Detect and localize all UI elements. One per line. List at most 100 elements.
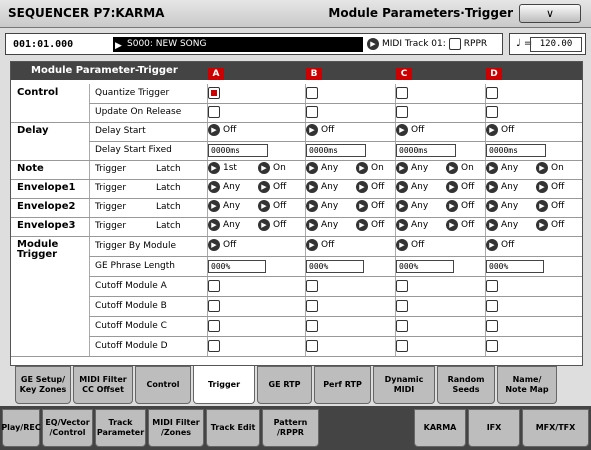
tab-perf-rtp[interactable]: Perf RTP (314, 366, 371, 404)
param-field[interactable]: 000% (486, 260, 544, 273)
param-checkbox[interactable] (208, 87, 220, 99)
param-field[interactable]: 0000ms (208, 144, 268, 157)
param-value[interactable]: ▶ Off (208, 239, 236, 251)
tempo-field[interactable]: 120.00 (530, 37, 582, 52)
tab-ge-setup-key-zones[interactable]: GE Setup/ Key Zones (15, 366, 71, 404)
trigger-value[interactable]: ▶ Any (486, 219, 518, 231)
param-checkbox[interactable] (306, 320, 318, 332)
popup-arrow-icon: ▶ (208, 219, 220, 231)
param-value[interactable]: ▶ Off (306, 239, 334, 251)
trigger-value[interactable]: ▶ Any (396, 200, 428, 212)
latch-value[interactable]: ▶ Off (536, 219, 564, 231)
param-checkbox[interactable] (396, 280, 408, 292)
trigger-value[interactable]: ▶ Any (396, 162, 428, 174)
mode-tab-track-edit[interactable]: Track Edit (206, 409, 260, 447)
param-field[interactable]: 000% (306, 260, 364, 273)
mode-tab-pattern-rppr[interactable]: Pattern /RPPR (262, 409, 319, 447)
mode-tab-eq-vector-control[interactable]: EQ/Vector /Control (42, 409, 93, 447)
param-checkbox[interactable] (486, 340, 498, 352)
trigger-value[interactable]: ▶ Any (486, 181, 518, 193)
latch-value[interactable]: ▶ On (536, 162, 564, 174)
param-checkbox[interactable] (306, 280, 318, 292)
trigger-value[interactable]: ▶ Any (306, 200, 338, 212)
param-checkbox[interactable] (486, 106, 498, 118)
trigger-value[interactable]: ▶ 1st (208, 162, 237, 174)
param-value[interactable]: ▶ Off (396, 239, 424, 251)
param-checkbox[interactable] (396, 300, 408, 312)
param-checkbox[interactable] (396, 340, 408, 352)
param-field[interactable]: 0000ms (486, 144, 546, 157)
mode-tab-play-rec[interactable]: Play/REC (1, 409, 41, 447)
midi-track-select[interactable]: ▶ MIDI Track 01: RPPR (367, 38, 487, 50)
trigger-value[interactable]: ▶ Any (208, 181, 240, 193)
tab-name-note-map[interactable]: Name/ Note Map (497, 366, 557, 404)
trigger-value[interactable]: ▶ Any (208, 219, 240, 231)
param-value[interactable]: ▶ Off (486, 239, 514, 251)
param-field[interactable]: 0000ms (396, 144, 456, 157)
mode-tab-mfx-tfx[interactable]: MFX/TFX (522, 409, 589, 447)
param-value[interactable]: ▶ Off (396, 124, 424, 136)
mode-tab-midi-filter-zones[interactable]: MIDI Filter /Zones (148, 409, 204, 447)
tab-midi-filter-cc-offset[interactable]: MIDI Filter CC Offset (73, 366, 133, 404)
param-checkbox[interactable] (396, 320, 408, 332)
trigger-value[interactable]: ▶ Any (306, 181, 338, 193)
param-checkbox[interactable] (486, 280, 498, 292)
latch-value[interactable]: ▶ Off (356, 181, 384, 193)
param-value[interactable]: ▶ Off (486, 124, 514, 136)
mode-tab-karma[interactable]: KARMA (414, 409, 466, 447)
latch-value[interactable]: ▶ Off (446, 219, 474, 231)
param-checkbox[interactable] (208, 300, 220, 312)
rppr-checkbox[interactable] (448, 38, 461, 50)
param-checkbox[interactable] (208, 320, 220, 332)
row-divider (11, 236, 582, 237)
trigger-value[interactable]: ▶ Any (306, 162, 338, 174)
latch-value[interactable]: ▶ Off (258, 219, 286, 231)
location-readout[interactable]: 001:01.000 (13, 39, 73, 50)
mode-tab-track-parameter[interactable]: Track Parameter (95, 409, 146, 447)
latch-value[interactable]: ▶ Off (446, 200, 474, 212)
param-checkbox[interactable] (208, 340, 220, 352)
latch-value[interactable]: ▶ Off (258, 200, 286, 212)
param-checkbox[interactable] (306, 87, 318, 99)
tab-random-seeds[interactable]: Random Seeds (437, 366, 495, 404)
latch-value[interactable]: ▶ Off (356, 200, 384, 212)
latch-value[interactable]: ▶ Off (446, 181, 474, 193)
song-select[interactable]: ▶ S000: NEW SONG (113, 37, 363, 52)
latch-value[interactable]: ▶ Off (536, 181, 564, 193)
page-menu-button[interactable]: ∨ (519, 4, 581, 23)
param-checkbox[interactable] (306, 340, 318, 352)
popup-arrow-icon: ▶ (356, 219, 368, 231)
popup-arrow-icon: ▶ (486, 239, 498, 251)
tab-trigger[interactable]: Trigger (193, 366, 255, 404)
latch-value[interactable]: ▶ Off (258, 181, 286, 193)
tab-ge-rtp[interactable]: GE RTP (257, 366, 312, 404)
mode-tab-ifx[interactable]: IFX (468, 409, 520, 447)
trigger-value[interactable]: ▶ Any (486, 200, 518, 212)
param-field[interactable]: 0000ms (306, 144, 366, 157)
trigger-value[interactable]: ▶ Any (486, 162, 518, 174)
param-checkbox[interactable] (396, 87, 408, 99)
param-checkbox[interactable] (486, 300, 498, 312)
param-field[interactable]: 000% (396, 260, 454, 273)
param-value[interactable]: ▶ Off (306, 124, 334, 136)
latch-value[interactable]: ▶ Off (356, 219, 384, 231)
latch-value[interactable]: ▶ On (356, 162, 384, 174)
latch-value[interactable]: ▶ On (258, 162, 286, 174)
trigger-value[interactable]: ▶ Any (208, 200, 240, 212)
latch-value[interactable]: ▶ Off (536, 200, 564, 212)
param-value[interactable]: ▶ Off (208, 124, 236, 136)
tab-dynamic-midi[interactable]: Dynamic MIDI (373, 366, 435, 404)
param-checkbox[interactable] (306, 300, 318, 312)
param-field[interactable]: 000% (208, 260, 266, 273)
trigger-value[interactable]: ▶ Any (396, 181, 428, 193)
param-checkbox[interactable] (486, 87, 498, 99)
param-checkbox[interactable] (208, 280, 220, 292)
trigger-value[interactable]: ▶ Any (306, 219, 338, 231)
param-checkbox[interactable] (486, 320, 498, 332)
param-checkbox[interactable] (396, 106, 408, 118)
latch-value[interactable]: ▶ On (446, 162, 474, 174)
param-checkbox[interactable] (208, 106, 220, 118)
param-checkbox[interactable] (306, 106, 318, 118)
trigger-value[interactable]: ▶ Any (396, 219, 428, 231)
tab-control[interactable]: Control (135, 366, 191, 404)
